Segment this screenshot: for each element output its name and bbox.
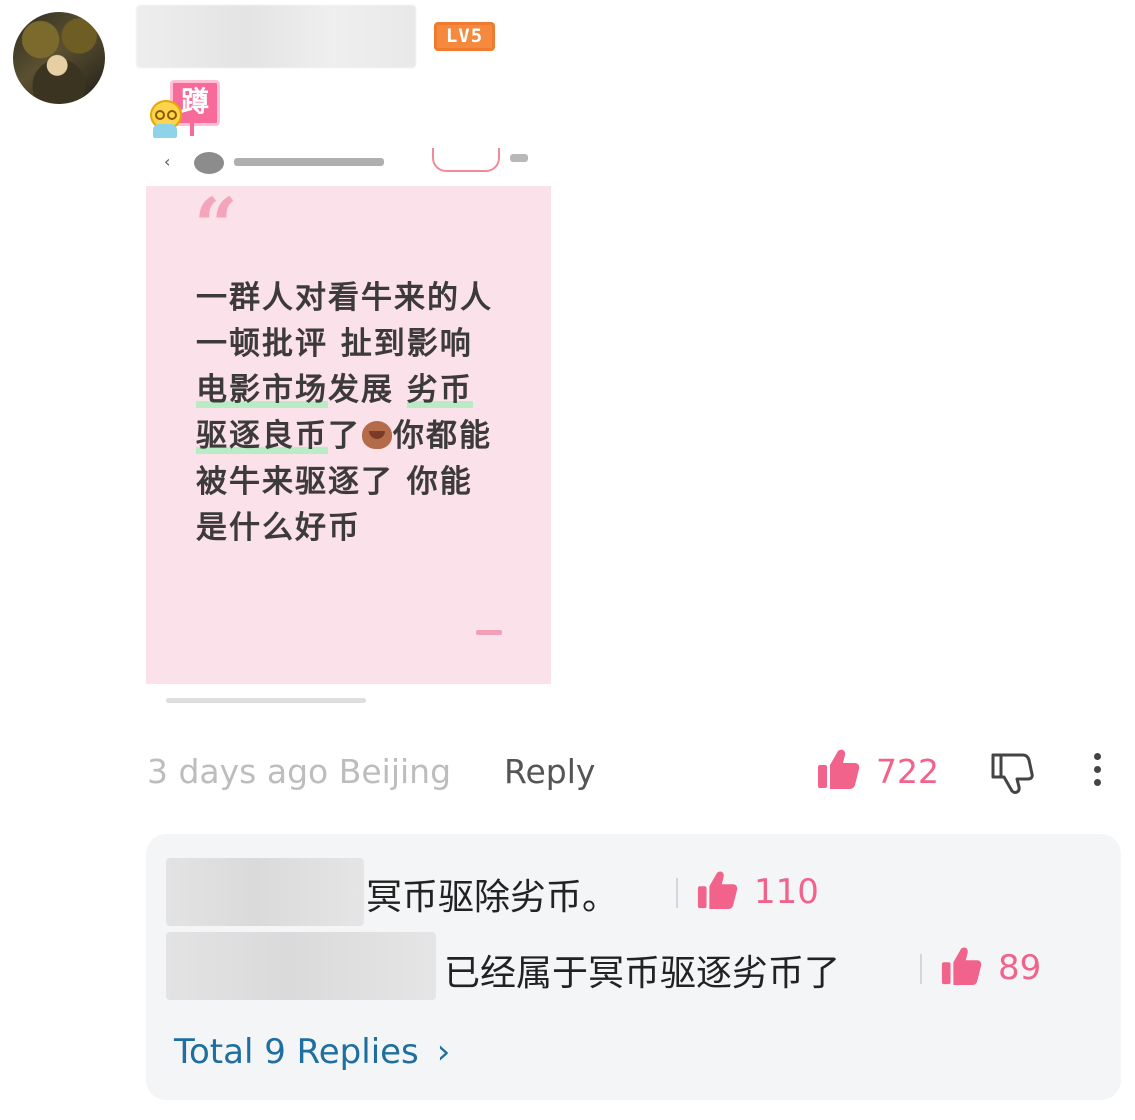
angry-emoji-icon — [362, 421, 392, 449]
embedded-avatar — [194, 152, 224, 174]
embedded-follow-button — [432, 148, 500, 172]
chevron-right-icon: › — [436, 1032, 451, 1072]
squat-sticker: 蹲 — [146, 78, 220, 140]
image-text-line: 驱逐良币了 你都能 — [196, 418, 492, 454]
reply-text: 已经属于冥币驱逐劣币了 — [444, 953, 841, 994]
like-count: 722 — [876, 752, 939, 791]
total-replies-link[interactable]: Total 9 Replies › — [174, 1032, 450, 1072]
total-replies-label: Total 9 Replies — [174, 1032, 419, 1072]
image-text-line: 电影市场发展 劣币 — [196, 372, 473, 408]
reply-button[interactable]: Reply — [504, 752, 595, 791]
embedded-image-header: ‹ — [160, 148, 540, 176]
image-text-line: 一顿批评 扯到影响 — [196, 326, 473, 362]
comment-timestamp: 3 days ago Beijing — [147, 752, 452, 791]
more-vertical-icon[interactable] — [1090, 753, 1104, 791]
replies-panel: 冥币驱除劣币。 110 已经属于冥币驱逐劣币了 89 Total 9 Repli… — [146, 834, 1121, 1100]
image-text-line: 一群人对看牛来的人 — [196, 280, 493, 316]
image-text-line: 是什么好币 — [196, 510, 361, 546]
avatar[interactable] — [13, 12, 105, 104]
reply-like-count: 89 — [998, 948, 1042, 988]
username-blurred[interactable] — [136, 5, 416, 68]
level-badge: LV5 — [434, 22, 495, 51]
thumbs-up-icon[interactable] — [940, 946, 982, 986]
image-text-line: 被牛来驱逐了 你能 — [196, 464, 473, 500]
reply-username-blurred[interactable] — [166, 932, 436, 1000]
thumbs-up-icon[interactable] — [816, 748, 860, 790]
quote-mark-icon: “ — [194, 186, 238, 270]
back-chevron-icon: ‹ — [164, 152, 171, 171]
thumbs-up-icon[interactable] — [696, 870, 738, 910]
reply-like-count: 110 — [754, 872, 819, 912]
reply-text: 冥币驱除劣币。 — [366, 877, 619, 918]
thumbs-down-icon[interactable] — [990, 752, 1034, 794]
reply-username-blurred[interactable] — [166, 858, 364, 926]
embedded-image[interactable]: “ 一群人对看牛来的人 一顿批评 扯到影响 电影市场发展 劣币 驱逐良币了 你都能… — [146, 186, 551, 684]
